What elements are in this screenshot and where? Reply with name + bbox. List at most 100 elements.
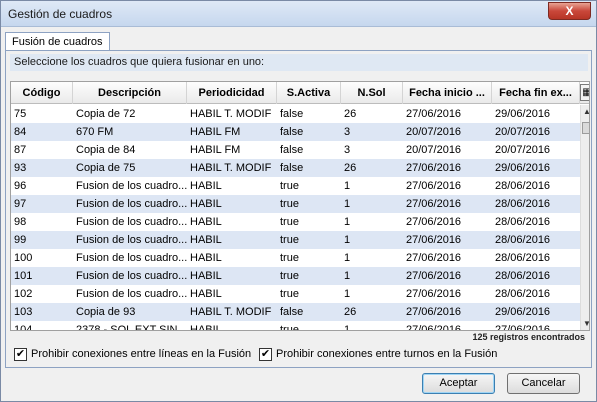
cell-s-activa[interactable]: true	[277, 195, 341, 213]
cell-s-activa[interactable]: true	[277, 213, 341, 231]
cell-n-sol[interactable]: 1	[341, 267, 403, 285]
prohibit-lines-option[interactable]: ✔ Prohibir conexiones entre líneas en la…	[14, 347, 251, 361]
cell-fecha-fin[interactable]: 28/06/2016	[492, 213, 580, 231]
cell-descripcion[interactable]: Fusion de los cuadro...	[73, 285, 187, 303]
cell-fecha-fin[interactable]: 28/06/2016	[492, 177, 580, 195]
cell-fecha-inicio[interactable]: 20/07/2016	[403, 123, 492, 141]
column-header-descripcion[interactable]: Descripción	[73, 82, 187, 104]
cell-n-sol[interactable]: 1	[341, 231, 403, 249]
cell-codigo[interactable]: 104	[11, 321, 73, 330]
cell-s-activa[interactable]: false	[277, 141, 341, 159]
cell-descripcion[interactable]: Fusion de los cuadro...	[73, 231, 187, 249]
cell-fecha-fin[interactable]: 29/06/2016	[492, 105, 580, 123]
scroll-thumb[interactable]	[582, 122, 589, 134]
title-bar[interactable]: Gestión de cuadros X	[1, 1, 596, 27]
column-header-s-activa[interactable]: S.Activa	[277, 82, 341, 104]
cell-fecha-inicio[interactable]: 27/06/2016	[403, 231, 492, 249]
cell-descripcion[interactable]: Copia de 75	[73, 159, 187, 177]
cell-codigo[interactable]: 103	[11, 303, 73, 321]
cell-codigo[interactable]: 101	[11, 267, 73, 285]
cell-n-sol[interactable]: 26	[341, 159, 403, 177]
cell-periodicidad[interactable]: HABIL	[187, 213, 277, 231]
cell-descripcion[interactable]: Fusion de los cuadro...	[73, 249, 187, 267]
column-header-periodicidad[interactable]: Periodicidad	[187, 82, 277, 104]
cell-s-activa[interactable]: true	[277, 231, 341, 249]
prohibit-shifts-label[interactable]: Prohibir conexiones entre turnos en la F…	[276, 348, 497, 360]
table-row[interactable]: 104 2378 - SOL EXT SIN... HABIL true 1 27/06/…	[11, 321, 580, 330]
cell-periodicidad[interactable]: HABIL	[187, 195, 277, 213]
cell-s-activa[interactable]: true	[277, 285, 341, 303]
table-row[interactable]: 97 Fusion de los cuadro... HABIL true 1 27/06…	[11, 195, 580, 213]
cell-codigo[interactable]: 98	[11, 213, 73, 231]
cell-fecha-fin[interactable]: 28/06/2016	[492, 195, 580, 213]
cell-fecha-inicio[interactable]: 27/06/2016	[403, 213, 492, 231]
column-chooser-icon[interactable]: ▦	[580, 84, 589, 101]
cell-s-activa[interactable]: false	[277, 105, 341, 123]
prohibit-lines-checkbox[interactable]: ✔	[14, 347, 27, 361]
cell-descripcion[interactable]: Fusion de los cuadro...	[73, 177, 187, 195]
cell-fecha-inicio[interactable]: 27/06/2016	[403, 105, 492, 123]
cell-fecha-fin[interactable]: 28/06/2016	[492, 267, 580, 285]
cell-n-sol[interactable]: 1	[341, 285, 403, 303]
cell-fecha-inicio[interactable]: 27/06/2016	[403, 285, 492, 303]
close-button[interactable]: X	[548, 2, 591, 20]
cell-n-sol[interactable]: 1	[341, 321, 403, 330]
cell-periodicidad[interactable]: HABIL	[187, 249, 277, 267]
cell-fecha-fin[interactable]: 20/07/2016	[492, 141, 580, 159]
table-row[interactable]: 75 Copia de 72 HABIL T. MODIF false 26 27/06/…	[11, 105, 580, 123]
cell-s-activa[interactable]: false	[277, 123, 341, 141]
cell-codigo[interactable]: 96	[11, 177, 73, 195]
cell-fecha-inicio[interactable]: 27/06/2016	[403, 159, 492, 177]
cell-descripcion[interactable]: Copia de 84	[73, 141, 187, 159]
cell-fecha-inicio[interactable]: 27/06/2016	[403, 303, 492, 321]
column-header-fecha-fin[interactable]: Fecha fin ex...	[492, 82, 580, 104]
cell-s-activa[interactable]: false	[277, 303, 341, 321]
cell-codigo[interactable]: 87	[11, 141, 73, 159]
cell-descripcion[interactable]: Copia de 93	[73, 303, 187, 321]
cell-periodicidad[interactable]: HABIL T. MODIF	[187, 303, 277, 321]
prohibit-shifts-option[interactable]: ✔ Prohibir conexiones entre turnos en la…	[259, 347, 497, 361]
cell-descripcion[interactable]: Fusion de los cuadro...	[73, 267, 187, 285]
cell-n-sol[interactable]: 3	[341, 123, 403, 141]
cell-periodicidad[interactable]: HABIL T. MODIF	[187, 159, 277, 177]
cuadros-grid[interactable]: Código Descripción Periodicidad S.Activa…	[10, 81, 590, 331]
cell-periodicidad[interactable]: HABIL FM	[187, 141, 277, 159]
cell-fecha-fin[interactable]: 27/06/2016	[492, 321, 580, 330]
cell-n-sol[interactable]: 1	[341, 195, 403, 213]
column-header-fecha-inicio[interactable]: Fecha inicio ...	[403, 82, 492, 104]
prohibit-shifts-checkbox[interactable]: ✔	[259, 347, 272, 361]
cell-descripcion[interactable]: 670 FM	[73, 123, 187, 141]
scroll-up-arrow-icon[interactable]: ▲	[581, 105, 589, 119]
cell-n-sol[interactable]: 1	[341, 249, 403, 267]
cell-periodicidad[interactable]: HABIL FM	[187, 123, 277, 141]
cell-fecha-inicio[interactable]: 27/06/2016	[403, 195, 492, 213]
cell-descripcion[interactable]: Copia de 72	[73, 105, 187, 123]
cell-fecha-inicio[interactable]: 20/07/2016	[403, 141, 492, 159]
cell-descripcion[interactable]: Fusion de los cuadro...	[73, 195, 187, 213]
cancel-button[interactable]: Cancelar	[507, 373, 580, 394]
table-row[interactable]: 84 670 FM HABIL FM false 3 20/07/2016 20/07/20…	[11, 123, 580, 141]
cell-fecha-inicio[interactable]: 27/06/2016	[403, 249, 492, 267]
cell-n-sol[interactable]: 3	[341, 141, 403, 159]
cell-codigo[interactable]: 102	[11, 285, 73, 303]
cell-periodicidad[interactable]: HABIL	[187, 321, 277, 330]
cell-periodicidad[interactable]: HABIL	[187, 177, 277, 195]
cell-fecha-inicio[interactable]: 27/06/2016	[403, 267, 492, 285]
cell-periodicidad[interactable]: HABIL T. MODIF	[187, 105, 277, 123]
column-header-codigo[interactable]: Código	[11, 82, 73, 104]
table-row[interactable]: 101 Fusion de los cuadro... HABIL true 1 27/0…	[11, 267, 580, 285]
cell-s-activa[interactable]: true	[277, 321, 341, 330]
cell-s-activa[interactable]: false	[277, 159, 341, 177]
cell-s-activa[interactable]: true	[277, 177, 341, 195]
scroll-down-arrow-icon[interactable]: ▼	[581, 317, 589, 330]
cell-codigo[interactable]: 97	[11, 195, 73, 213]
cell-codigo[interactable]: 84	[11, 123, 73, 141]
cell-periodicidad[interactable]: HABIL	[187, 285, 277, 303]
table-row[interactable]: 87 Copia de 84 HABIL FM false 3 20/07/2016 20/…	[11, 141, 580, 159]
table-row[interactable]: 100 Fusion de los cuadro... HABIL true 1 27/0…	[11, 249, 580, 267]
tab-fusion-de-cuadros[interactable]: Fusión de cuadros	[5, 32, 110, 51]
cell-s-activa[interactable]: true	[277, 267, 341, 285]
cell-fecha-inicio[interactable]: 27/06/2016	[403, 177, 492, 195]
vertical-scrollbar[interactable]: ▲ ▼	[580, 105, 589, 330]
table-row[interactable]: 96 Fusion de los cuadro... HABIL true 1 27/06…	[11, 177, 580, 195]
